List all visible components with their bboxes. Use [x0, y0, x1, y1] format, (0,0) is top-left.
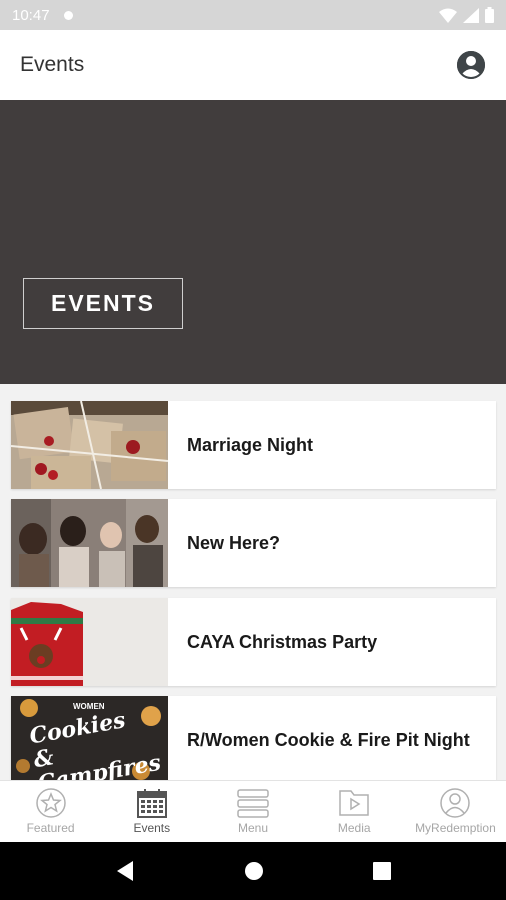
tab-label: Events — [133, 821, 171, 835]
event-card-rwomen-cookie-fire-pit-night[interactable]: WOMEN Cookies & Campfires R/Women Cookie… — [11, 696, 496, 780]
event-thumbnail: WOMEN Cookies & Campfires — [11, 696, 168, 780]
hero-banner: EVENTS — [0, 100, 506, 384]
status-time: 10:47 — [12, 6, 50, 24]
home-icon[interactable] — [244, 861, 264, 881]
event-thumbnail — [11, 401, 168, 489]
thumbnail-small-text: WOMEN — [73, 702, 105, 711]
app-bar: Events — [0, 30, 506, 100]
notification-dot-icon — [63, 10, 73, 20]
tab-label: Menu — [237, 821, 269, 835]
tab-featured[interactable]: Featured — [0, 781, 101, 842]
wifi-icon — [439, 8, 457, 23]
event-title: R/Women Cookie & Fire Pit Night — [187, 729, 470, 750]
tab-media[interactable]: Media — [304, 781, 405, 842]
system-nav-bar — [0, 842, 506, 900]
tab-label: Featured — [26, 821, 75, 835]
status-bar: 10:47 — [0, 0, 506, 30]
profile-icon[interactable] — [456, 50, 486, 80]
event-list: Marriage Night New Here? CAYA Christmas … — [0, 384, 506, 780]
tab-menu[interactable]: Menu — [202, 781, 303, 842]
tab-label: Media — [337, 821, 371, 835]
event-card-new-here[interactable]: New Here? — [11, 499, 496, 587]
tab-myredemption[interactable]: MyRedemption — [405, 781, 506, 842]
calendar-icon — [136, 789, 167, 818]
event-title: New Here? — [187, 532, 281, 553]
tab-events[interactable]: Events — [101, 781, 202, 842]
status-icons — [439, 7, 494, 23]
tab-label: MyRedemption — [415, 821, 496, 835]
event-thumbnail — [11, 598, 168, 686]
event-card-marriage-night[interactable]: Marriage Night — [11, 401, 496, 489]
event-card-caya-christmas-party[interactable]: CAYA Christmas Party — [11, 598, 496, 686]
hero-badge: EVENTS — [23, 278, 183, 329]
event-title: Marriage Night — [187, 434, 314, 455]
event-thumbnail — [11, 499, 168, 587]
bottom-tab-bar: Featured Events Menu Media MyRedemption — [0, 780, 506, 842]
back-icon[interactable] — [115, 860, 135, 882]
user-icon — [440, 788, 471, 818]
recents-icon[interactable] — [373, 862, 392, 880]
media-icon — [339, 790, 369, 816]
page-title: Events — [20, 53, 85, 76]
menu-icon — [237, 789, 269, 818]
star-icon — [35, 788, 66, 818]
signal-icon — [463, 7, 479, 23]
battery-icon — [485, 7, 494, 23]
event-title: CAYA Christmas Party — [187, 631, 378, 652]
